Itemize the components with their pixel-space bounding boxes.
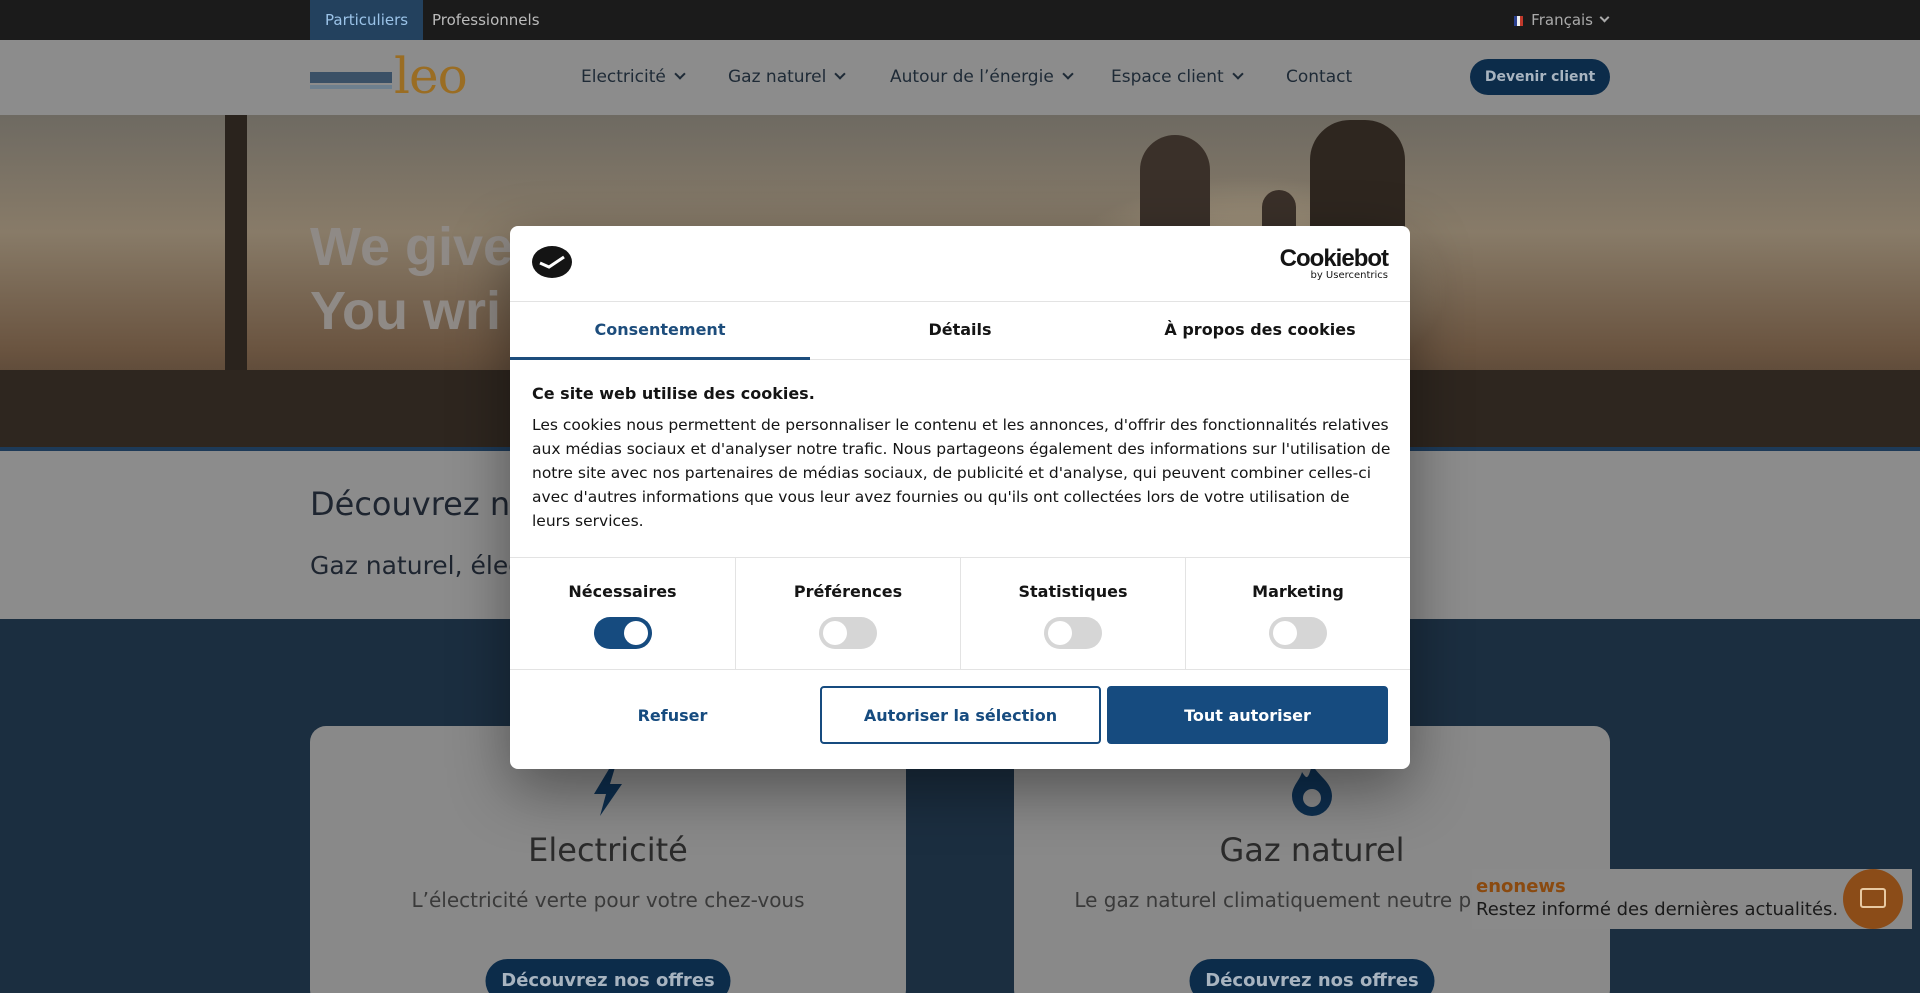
tab-consentement[interactable]: Consentement [510,302,810,360]
switch-knob [1048,621,1072,645]
toggle-label: Marketing [1252,582,1344,601]
flag-fr-icon [1514,16,1524,26]
nav-label: Electricité [581,67,666,87]
dialog-actions: Refuser Autoriser la sélection Tout auto… [510,670,1410,769]
logo-strip-secondary [310,85,392,89]
brand-name: Cookiebot [1279,245,1389,272]
newsletter-launcher-button[interactable] [1843,869,1903,929]
dialog-header: Cookiebot by Usercentrics [510,226,1410,302]
logo-strip [310,72,392,83]
toggle-label: Statistiques [1018,582,1128,601]
switch-knob [623,621,648,645]
switch-knob [1273,621,1297,645]
dialog-tabs: Consentement Détails À propos des cookie… [510,302,1410,360]
necessaires-switch[interactable] [593,617,652,649]
consent-toggles: Nécessaires Préférences Statistiques Mar… [510,557,1410,670]
logo[interactable]: leo [310,47,468,105]
nav-label: Gaz naturel [728,67,827,87]
main-header: leo Electricité Gaz naturel Autour de l’… [0,40,1920,115]
marketing-switch[interactable] [1269,617,1327,649]
toggle-preferences: Préférences [735,558,960,670]
toggle-statistiques: Statistiques [960,558,1185,670]
top-bar: Particuliers Professionnels Français [0,0,1920,40]
toggle-marketing: Marketing [1185,558,1410,670]
tab-details[interactable]: Détails [810,302,1110,360]
mail-icon [1860,888,1886,908]
allow-all-button[interactable]: Tout autoriser [1107,686,1388,744]
logo-text: leo [394,47,468,105]
segment-professionnels[interactable]: Professionnels [417,0,555,40]
chevron-down-icon [674,68,686,80]
toggle-necessaires: Nécessaires [510,558,735,670]
discover-title: Découvrez n [310,485,511,523]
hero-headline: We give You wri [310,217,514,341]
bolt-icon [310,764,906,827]
become-client-button[interactable]: Devenir client [1470,59,1610,95]
allow-selection-button[interactable]: Autoriser la sélection [820,686,1101,744]
toggle-label: Nécessaires [568,582,677,601]
tab-about-cookies[interactable]: À propos des cookies [1110,302,1410,360]
refuse-button[interactable]: Refuser [532,686,813,744]
card-title: Electricité [528,831,688,869]
nav-autour-energie[interactable]: Autour de l’énergie [890,40,1074,115]
discover-subtitle: Gaz naturel, élec [310,551,522,580]
nav-label: Espace client [1111,67,1224,87]
discover-offers-button[interactable]: Découvrez nos offres [485,959,731,993]
chevron-down-icon [1232,68,1244,80]
card-title: Gaz naturel [1219,831,1405,869]
nav-espace-client[interactable]: Espace client [1111,40,1244,115]
card-description: L’électricité verte pour votre chez-vous [411,888,805,912]
preferences-switch[interactable] [819,617,877,649]
cookie-consent-dialog: Cookiebot by Usercentrics Consentement D… [510,226,1410,769]
brand-sub: by Usercentrics [1310,270,1388,281]
nav-contact[interactable]: Contact [1286,40,1352,115]
chevron-down-icon [1062,68,1074,80]
segment-particuliers[interactable]: Particuliers [310,0,424,40]
nav-gaz-naturel[interactable]: Gaz naturel [728,40,847,115]
cookiebot-logo[interactable]: Cookiebot by Usercentrics [1279,245,1389,281]
dialog-title: Ce site web utilise des cookies. [532,384,815,403]
nav-label: Contact [1286,67,1353,87]
statistiques-switch[interactable] [1044,617,1102,649]
language-label: Français [1531,11,1593,29]
cookie-icon [532,246,572,278]
language-selector[interactable]: Français [1514,0,1610,40]
chevron-down-icon [1599,12,1610,23]
flame-icon [1014,764,1610,827]
discover-offers-button[interactable]: Découvrez nos offres [1189,959,1435,993]
toggle-label: Préférences [793,582,903,601]
nav-electricite[interactable]: Electricité [581,40,686,115]
switch-knob [823,621,847,645]
chevron-down-icon [834,68,847,80]
nav-label: Autour de l’énergie [890,67,1054,87]
dialog-description: Les cookies nous permettent de personnal… [532,416,1391,530]
